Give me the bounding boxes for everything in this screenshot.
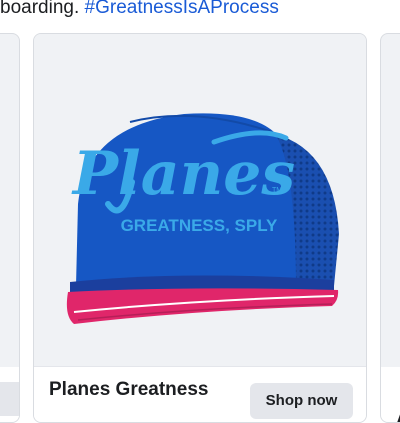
hat-tagline-text: GREATNESS, SPLY	[121, 216, 278, 235]
hat-logo-text: Planes	[71, 139, 295, 209]
product-image[interactable]: Planes TM GREATNESS, SPLY	[34, 34, 366, 366]
carousel-card-previous[interactable]	[0, 33, 20, 423]
shop-now-button[interactable]: Shop now	[250, 383, 353, 419]
post-caption: boarding. #GreatnessIsAProcess	[0, 0, 400, 20]
carousel-card-next[interactable]: A	[380, 33, 400, 423]
next-card-title-peek: A	[395, 410, 400, 422]
trucker-hat-image: Planes TM GREATNESS, SPLY	[66, 113, 339, 324]
caption-hashtag-link[interactable]: #GreatnessIsAProcess	[85, 0, 279, 18]
previous-card-button[interactable]	[0, 382, 19, 416]
product-title[interactable]: Planes Greatness	[49, 379, 208, 401]
carousel-card-product[interactable]: Planes TM GREATNESS, SPLY Planes Greatne…	[33, 33, 367, 423]
hat-tm-mark: TM	[272, 187, 282, 194]
caption-text: boarding.	[0, 0, 85, 18]
